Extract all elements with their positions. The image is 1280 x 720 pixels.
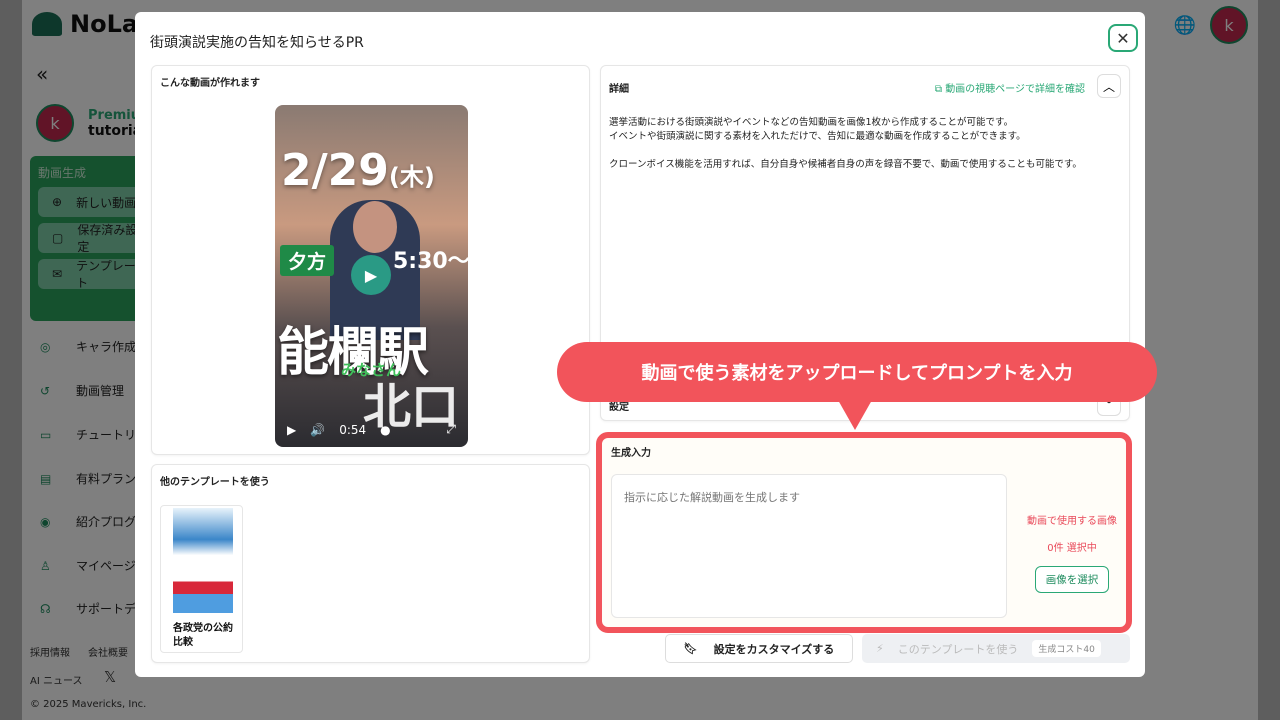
desc-line: 選挙活動における街頭演説やイベントなどの告知動画を画像1枚から作成することが可能… (609, 116, 1119, 130)
link-text: 動画の視聴ページで詳細を確認 (945, 84, 1085, 95)
preview-title: こんな動画が作れます (160, 74, 260, 89)
date: 2/29 (281, 145, 389, 196)
desc-line: クローンボイス機能を活用すれば、自分自身や候補者自身の声を録音不要で、動画で使用… (609, 158, 1119, 172)
bookmark-icon: 🔖︎ (684, 642, 698, 655)
prompt-input[interactable] (611, 474, 1007, 618)
video-tag: 夕方 (280, 245, 334, 276)
elapsed-time: 0:54 (339, 423, 366, 437)
label: 設定をカスタマイズする (714, 641, 835, 657)
desc-line: イベントや街頭演説に関する素材を入れただけで、告知に最適な動画を作成することがで… (609, 130, 1119, 144)
dow: (木) (389, 163, 435, 191)
select-image-button[interactable]: 画像を選択 (1035, 566, 1110, 593)
preview-card: こんな動画が作れます 2/29(木) 夕方 5:30〜 ▶ 能欄駅 北口 みなさ… (151, 65, 590, 455)
video-controls: ▶ 🔊 0:54 ● ⤢ (287, 422, 456, 437)
magic-wand-icon: ⚡︎ (876, 642, 884, 655)
video-person-head (353, 201, 397, 253)
template-thumbnail (173, 508, 233, 613)
detail-title: 詳細 (609, 80, 629, 95)
cost-badge: 生成コスト40 (1032, 640, 1100, 657)
tutorial-callout: 動画で使う素材をアップロードしてプロンプトを入力 (557, 342, 1157, 402)
customize-settings-button[interactable]: 🔖︎ 設定をカスタマイズする (665, 634, 853, 663)
callout-pointer (838, 400, 872, 430)
video-sub: みなさん (341, 359, 401, 380)
detail-description: 選挙活動における街頭演説やイベントなどの告知動画を画像1枚から作成することが可能… (609, 116, 1119, 186)
play-overlay-icon[interactable]: ▶ (351, 255, 391, 295)
other-templates-card: 他のテンプレートを使う 各政党の公約比較 (151, 464, 590, 663)
screen-edge-left (0, 0, 22, 720)
video-time: 5:30〜 (393, 243, 468, 275)
image-selection: 動画で使用する画像 0件 選択中 画像を選択 (1022, 512, 1122, 593)
fullscreen-icon[interactable]: ⤢ (446, 422, 456, 437)
chevron-up-icon: ︿ (1103, 78, 1115, 95)
generation-input-title: 生成入力 (611, 444, 651, 459)
detail-link[interactable]: ⧉ 動画の視聴ページで詳細を確認 (935, 80, 1085, 95)
images-label: 動画で使用する画像 (1022, 512, 1122, 527)
video-player[interactable]: 2/29(木) 夕方 5:30〜 ▶ 能欄駅 北口 みなさん ▶ 🔊 0:54 … (275, 105, 468, 447)
template-card[interactable]: 各政党の公約比較 (160, 505, 243, 653)
volume-icon[interactable]: 🔊 (310, 423, 325, 437)
other-templates-title: 他のテンプレートを使う (160, 473, 270, 488)
seek-handle[interactable]: ● (380, 423, 390, 437)
collapse-detail-button[interactable]: ︿ (1097, 74, 1121, 98)
video-date: 2/29(木) (281, 145, 435, 196)
label: このテンプレートを使う (898, 641, 1019, 657)
close-button[interactable]: ✕ (1108, 24, 1138, 52)
selected-count: 0件 選択中 (1022, 539, 1122, 554)
template-title: 各政党の公約比較 (173, 622, 238, 648)
screen-edge-right (1258, 0, 1280, 720)
external-link-icon: ⧉ (935, 84, 945, 95)
play-icon[interactable]: ▶ (287, 423, 296, 437)
modal-title: 街頭演説実施の告知を知らせるPR (150, 32, 364, 52)
generation-input-panel: 生成入力 動画で使用する画像 0件 選択中 画像を選択 (596, 432, 1132, 633)
use-template-button[interactable]: ⚡︎ このテンプレートを使う生成コスト40 (862, 634, 1130, 663)
